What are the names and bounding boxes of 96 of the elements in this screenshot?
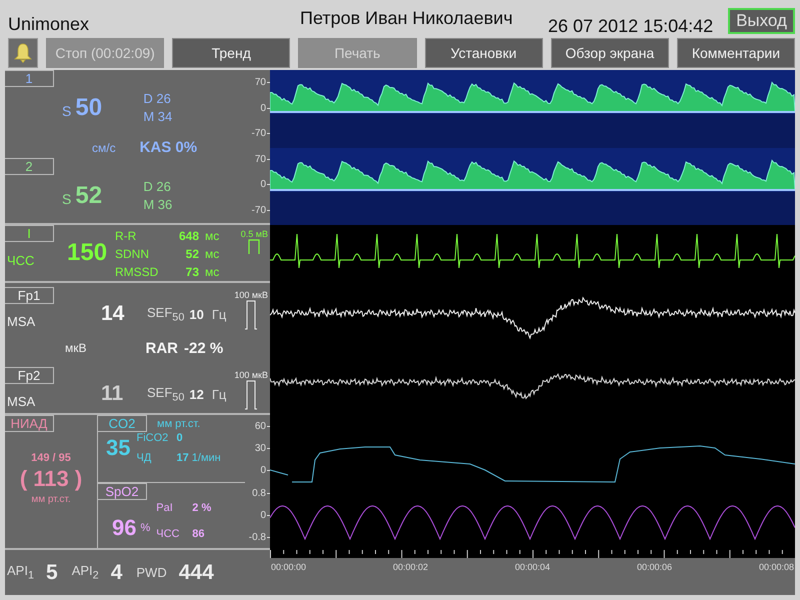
index-label: PWD xyxy=(136,565,167,580)
metric-value: 73 xyxy=(184,264,199,281)
resp-rate-label: ЧД xyxy=(136,452,152,464)
spo2-unit: % xyxy=(140,522,150,534)
sef-label: SEF$_{50}$ xyxy=(147,384,184,404)
calibration-pulse-icon xyxy=(244,300,258,330)
metric-name: R-R xyxy=(115,228,138,245)
axis-label: 30 xyxy=(254,442,266,454)
channel-label: 1 xyxy=(5,70,54,87)
co2-label: CO2 xyxy=(98,415,147,432)
fico2-value: 0 xyxy=(176,432,184,444)
lead-label: I xyxy=(5,225,54,242)
mean-value: M 34 xyxy=(143,109,172,124)
mean-value: M 36 xyxy=(143,197,172,212)
heart-rate-value: 150 xyxy=(67,239,108,267)
velocity-unit: см/с xyxy=(92,140,116,154)
fico2-label: FiCO2 xyxy=(136,432,170,444)
scale-label: 100 мкВ xyxy=(234,290,268,300)
bell-icon xyxy=(14,43,32,63)
rar-label: RAR xyxy=(146,340,178,356)
axis-label: 0 xyxy=(260,510,266,520)
scale-label: 100 мкВ xyxy=(234,370,268,380)
systolic-label: S xyxy=(62,102,72,118)
toolbar-button[interactable]: Комментарии xyxy=(676,38,796,68)
calibration-pulse-icon xyxy=(248,239,260,255)
co2-unit: мм рт.ст. xyxy=(157,418,200,430)
metric-unit: мс xyxy=(205,264,220,281)
heart-rate-label: ЧСС xyxy=(7,253,36,268)
channel-label: Fp1 xyxy=(5,287,54,304)
sef-unit: Гц xyxy=(212,386,226,402)
time-label: 00:00:08 xyxy=(758,562,794,572)
co2-value: 35 xyxy=(106,435,130,461)
calibration-pulse-icon xyxy=(244,380,258,410)
index-value: 444 xyxy=(178,560,214,584)
time-label: 00:00:00 xyxy=(271,562,306,572)
toolbar-button[interactable]: Тренд xyxy=(172,38,290,68)
axis-label: 70 xyxy=(254,154,266,165)
axis-label: 70 xyxy=(254,77,266,88)
metric-value: 52 xyxy=(184,246,199,263)
metric-name: RMSSD xyxy=(115,264,160,281)
mean-pressure-value: ( 113 ) xyxy=(20,466,82,492)
systolic-label: S xyxy=(62,190,72,207)
index-value: 5 xyxy=(46,560,58,584)
pulse-rate-label: ЧСС xyxy=(156,528,180,540)
time-label: 00:00:06 xyxy=(636,562,672,572)
systolic-value: 52 xyxy=(75,182,104,210)
eeg-value: 14 xyxy=(101,302,126,326)
axis-label: 0.8 xyxy=(252,488,266,498)
channel-label: Fp2 xyxy=(5,367,54,384)
app-name: Unimonex xyxy=(8,14,90,35)
index-label: API$_{1}$ xyxy=(7,563,34,582)
resp-rate-value: 17 1/мин xyxy=(176,452,221,464)
diastolic-value: D 26 xyxy=(143,179,172,194)
blood-pressure-value: 149 / 95 xyxy=(31,452,71,464)
pi-label: PaI xyxy=(156,502,174,514)
time-label: 00:00:02 xyxy=(392,562,428,572)
axis-label: -70 xyxy=(252,128,266,140)
axis-label: 60 xyxy=(254,420,266,432)
index-label: API$_{2}$ xyxy=(72,563,99,582)
time-label: 00:00:04 xyxy=(514,562,550,572)
channel-label: 2 xyxy=(5,158,54,176)
sef-unit: Гц xyxy=(212,306,226,322)
metric-name: SDNN xyxy=(115,246,150,263)
rar-value: -22 % xyxy=(184,340,224,356)
axis-label: -0.8 xyxy=(248,532,266,542)
exit-button[interactable]: Выход xyxy=(728,8,795,34)
date-time: 26 07 2012 15:04:42 xyxy=(548,16,714,37)
metric-unit: мс xyxy=(205,246,220,263)
axis-label: -70 xyxy=(252,204,266,216)
pressure-unit: мм рт.ст. xyxy=(31,494,71,505)
metric-value: 648 xyxy=(178,228,199,245)
axis-label: 0 xyxy=(260,102,266,114)
sef-value: 10 xyxy=(189,306,204,322)
toolbar-button[interactable]: Обзор экрана xyxy=(550,38,669,68)
sef-value: 12 xyxy=(189,386,204,402)
scale-label: 0.5 мВ xyxy=(240,229,268,239)
toolbar-button[interactable]: Установки xyxy=(424,38,543,68)
measure-label: MSA xyxy=(7,314,36,329)
axis-label: 0 xyxy=(260,465,266,476)
niad-label: НИАД xyxy=(5,415,54,432)
diastolic-value: D 26 xyxy=(143,91,172,106)
spo2-value: 96 xyxy=(112,515,136,541)
sef-label: SEF$_{50}$ xyxy=(147,304,184,324)
axis-label: 0 xyxy=(260,179,266,190)
pulse-rate-value: 86 xyxy=(192,528,206,540)
kas-value: KAS 0% xyxy=(140,139,198,156)
eeg-unit: мкВ xyxy=(65,341,87,355)
pi-value: 2 % xyxy=(192,502,212,514)
systolic-value: 50 xyxy=(75,94,104,122)
spo2-label: SpO2 xyxy=(98,483,147,500)
eeg-value: 11 xyxy=(101,382,124,406)
metric-unit: мс xyxy=(205,228,220,245)
measure-label: MSA xyxy=(7,394,36,409)
patient-name: Петров Иван Николаевич xyxy=(300,8,514,29)
alarm-button[interactable] xyxy=(8,38,38,68)
index-value: 4 xyxy=(110,560,122,584)
